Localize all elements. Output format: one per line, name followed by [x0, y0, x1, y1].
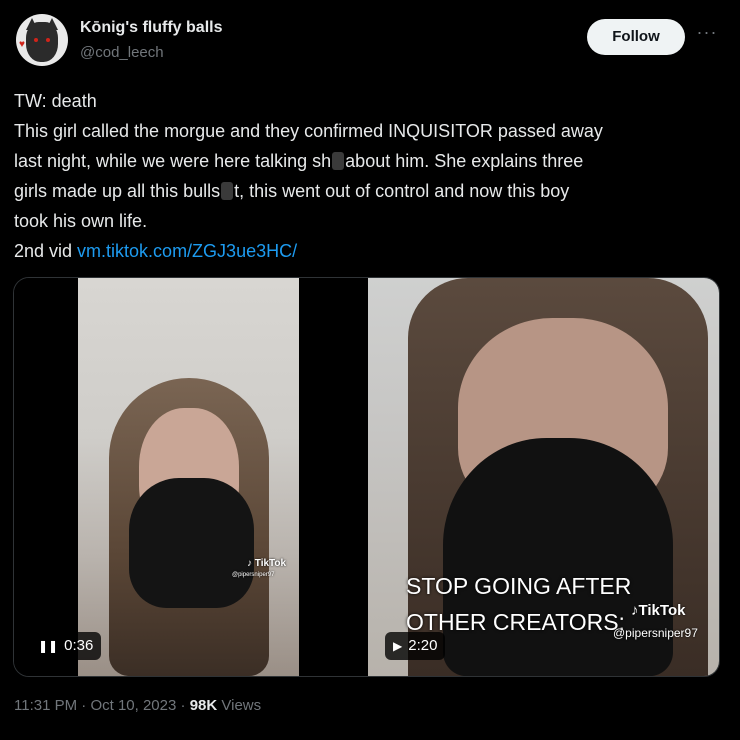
author-handle[interactable]: @cod_leech — [80, 44, 164, 61]
video-2-time: 2:20 — [408, 637, 438, 654]
tweet-line: girls made up all this bulls t, this went… — [14, 176, 726, 206]
follow-button[interactable]: Follow — [587, 19, 685, 55]
tweet-segment: about him. She explains three — [345, 151, 584, 171]
wolf-eye-right — [46, 38, 50, 42]
tweet-time[interactable]: 11:31 PM — [14, 697, 77, 714]
tiktok-watermark: ♪ TikTok — [247, 558, 287, 569]
video-1-time-pill[interactable]: ❚❚ 0:36 — [30, 632, 102, 660]
tweet-line: took his own life. — [14, 211, 148, 231]
caption-line: STOP GOING AFTER — [406, 573, 632, 599]
tweet-header: ♥ Kōnig's fluffy balls @cod_leech Follow… — [16, 14, 724, 74]
video-1-mask — [129, 478, 254, 608]
tweet-line: TW: death — [14, 91, 97, 111]
tweet-date[interactable]: Oct 10, 2023 — [90, 697, 176, 714]
wolf-head — [26, 22, 58, 62]
tiktok-watermark-text: TikTok — [254, 558, 287, 569]
tweet-text: TW: death This girl called the morgue an… — [14, 86, 726, 266]
tweet-segment: last night, while we were here talking s… — [14, 151, 332, 171]
censor-block — [221, 182, 234, 200]
tweet-meta: 11:31 PM · Oct 10, 2023 · 98K Views — [14, 697, 261, 714]
tweet-line: This girl called the morgue and they con… — [14, 121, 603, 141]
tiktok-handle: @pipersniper97 — [232, 572, 275, 578]
media-grid: ♪ TikTok @pipersniper97 ❚❚ 0:36 STOP GOIN… — [13, 277, 720, 677]
tweet-line: last night, while we were here talking s… — [14, 146, 726, 176]
views-count: 98K — [189, 697, 218, 714]
pause-icon[interactable]: ❚❚ — [38, 632, 58, 660]
avatar[interactable]: ♥ — [16, 14, 68, 66]
video-1[interactable]: ♪ TikTok @pipersniper97 ❚❚ 0:36 — [14, 278, 364, 676]
video-1-time: 0:36 — [64, 637, 94, 654]
tweet-link[interactable]: vm.tiktok.com/ZGJ3ue3HC/ — [77, 241, 297, 261]
meta-separator: · — [176, 697, 190, 714]
wolf-eye-left — [34, 38, 38, 42]
tweet-line: 2nd vid vm.tiktok.com/ZGJ3ue3HC/ — [14, 236, 726, 266]
tweet-segment: 2nd vid — [14, 241, 78, 261]
tiktok-watermark-text: TikTok — [638, 602, 686, 619]
author-name[interactable]: Kōnig's fluffy balls — [80, 19, 222, 37]
censor-block — [332, 152, 345, 170]
video-2-time-pill[interactable]: ▶ 2:20 — [385, 632, 446, 660]
play-icon[interactable]: ▶ — [393, 632, 402, 660]
tiktok-handle: @pipersniper97 — [613, 626, 698, 640]
views-label: Views — [217, 697, 262, 714]
tweet-segment: t, this went out of control and now this… — [234, 181, 570, 201]
video-2-mask — [443, 438, 673, 676]
tweet-segment: girls made up all this bulls — [14, 181, 221, 201]
more-dots-icon[interactable]: ··· — [696, 23, 718, 44]
meta-separator: · — [77, 697, 91, 714]
tiktok-watermark: ♪TikTok — [631, 602, 686, 619]
video-2[interactable]: STOP GOING AFTER OTHER CREATORS: ♪TikTok… — [368, 278, 719, 676]
heart-icon: ♥ — [19, 39, 25, 50]
